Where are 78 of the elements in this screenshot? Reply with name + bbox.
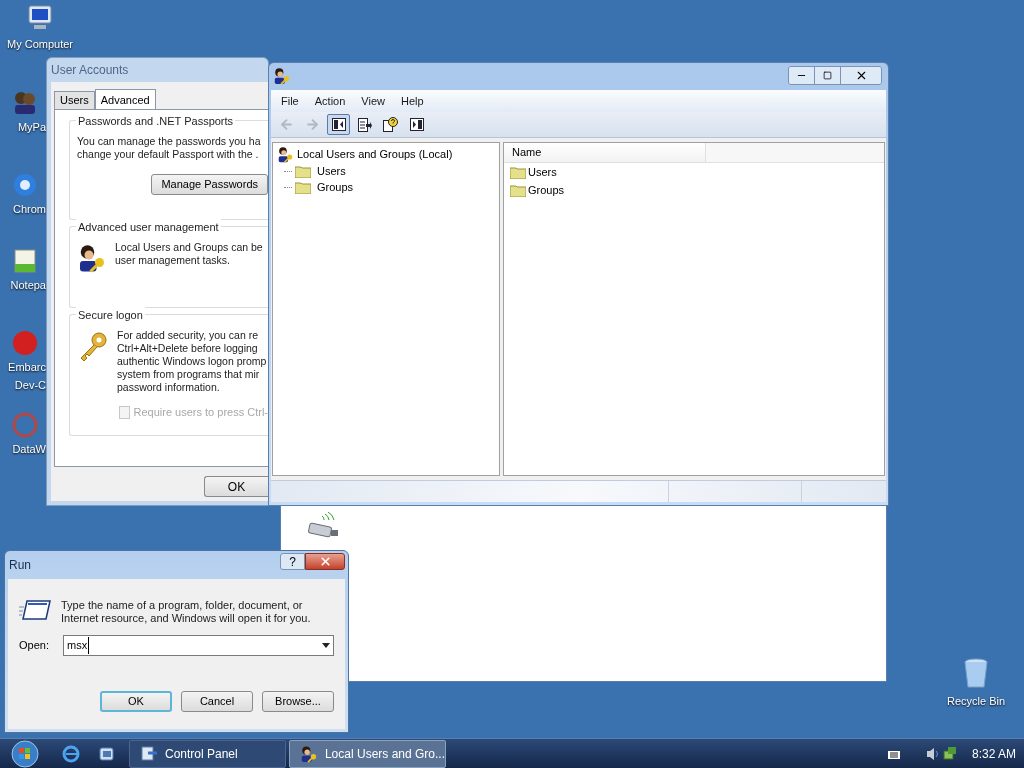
open-combobox[interactable]: msx [62, 635, 334, 656]
dialog-button[interactable]: Cancel [181, 691, 253, 712]
open-label: Open: [19, 638, 49, 654]
maximize-icon [823, 71, 832, 80]
users-key-icon [300, 744, 318, 763]
recycle-bin-icon[interactable] [963, 657, 989, 689]
forward-arrow-icon [305, 117, 320, 132]
desktop-icon-label: Dev-C [14, 378, 46, 392]
tree-item[interactable]: Users [317, 162, 346, 180]
desktop-icon-label: MyPa [17, 120, 46, 134]
tree-item[interactable]: Local Users and Groups (Local) [297, 146, 453, 163]
description-text: change your default Passport with the . [77, 148, 260, 161]
desktop-icon-label: Notepa [10, 278, 46, 292]
group-title: Secure logon [76, 307, 145, 324]
circle-icon[interactable] [12, 172, 38, 198]
tab[interactable]: Users [54, 91, 95, 109]
desktop-icon-label: My Computer [7, 37, 73, 51]
list-item[interactable]: Groups [528, 182, 565, 199]
control-panel-icon [140, 744, 158, 763]
desktop-icon-label: DataW [12, 442, 46, 456]
tree-item[interactable]: Groups [317, 178, 354, 196]
taskbar-button[interactable]: Control Panel [129, 739, 286, 768]
close-button[interactable] [841, 67, 881, 84]
keyboard-icon[interactable] [887, 748, 900, 759]
folder-icon [295, 180, 311, 194]
folder-icon [510, 184, 526, 197]
description-text: You can manage the passwords you ha [77, 135, 261, 148]
menu-item[interactable]: File [275, 92, 305, 110]
maximize-button[interactable] [815, 67, 841, 84]
close-button[interactable] [305, 553, 345, 570]
notepad-icon[interactable] [12, 248, 38, 274]
desktop-icon-label: Recycle Bin [946, 694, 1006, 709]
description-text: user management tasks. [115, 254, 231, 267]
description-text: Type the name of a program, folder, document, or Internet resource, and Windows will open it for you. [61, 599, 312, 625]
desktop-icon-label: Embarc [8, 360, 46, 374]
minimize-button[interactable] [789, 67, 815, 84]
folder-icon [510, 166, 526, 179]
ok-button[interactable]: OK [204, 476, 268, 497]
dialog-button[interactable]: Browse... [262, 691, 334, 712]
users-icon[interactable] [12, 90, 38, 116]
manage-passwords-button[interactable]: Manage Passwords [151, 174, 268, 195]
close-icon [318, 555, 332, 568]
help-icon [383, 117, 398, 132]
network-icon[interactable] [941, 745, 958, 762]
menu-item[interactable]: Action [308, 92, 352, 110]
description-text: Ctrl+Alt+Delete before logging [117, 342, 259, 355]
dialog-button[interactable]: OK [100, 691, 172, 712]
menu-item[interactable]: Help [394, 92, 430, 110]
description-text: Local Users and Groups can be [115, 241, 263, 254]
description-text: password information. [117, 381, 221, 394]
start-orb-icon[interactable] [10, 738, 40, 768]
help-button[interactable]: ? [280, 553, 305, 570]
action-pane-icon [409, 118, 424, 131]
column-header[interactable]: Name [504, 143, 706, 163]
group-title: Advanced user management [76, 219, 221, 236]
dropdown-arrow-icon [322, 643, 330, 648]
checkbox-label: Require users to press Ctrl- [133, 405, 268, 420]
users-key-icon [273, 66, 291, 85]
desktop-icon-label: Chrom [13, 202, 46, 216]
users-key-icon [77, 243, 107, 273]
list-export-icon [357, 117, 372, 132]
folder-icon [295, 164, 311, 178]
menu-item[interactable]: View [355, 92, 391, 110]
tree-pane-icon [331, 118, 346, 131]
taskbar-button[interactable]: Local Users and Gro... [289, 739, 446, 768]
window-switch-icon[interactable] [98, 744, 116, 763]
run-icon [19, 599, 51, 621]
description-text: system from programs that mir [117, 368, 261, 381]
browser-icon[interactable] [62, 744, 80, 763]
description-text: authentic Windows logon promp [117, 355, 267, 368]
toolbar-button[interactable] [327, 114, 350, 135]
clock[interactable]: 8:32 AM [971, 744, 1016, 763]
window-title: User Accounts [51, 62, 129, 79]
list-item[interactable]: Users [528, 164, 557, 181]
description-text: For added security, you can re [117, 329, 260, 342]
window-title: Run [9, 556, 31, 574]
wireless-adapter-icon [307, 512, 341, 540]
users-key-icon [277, 146, 294, 163]
